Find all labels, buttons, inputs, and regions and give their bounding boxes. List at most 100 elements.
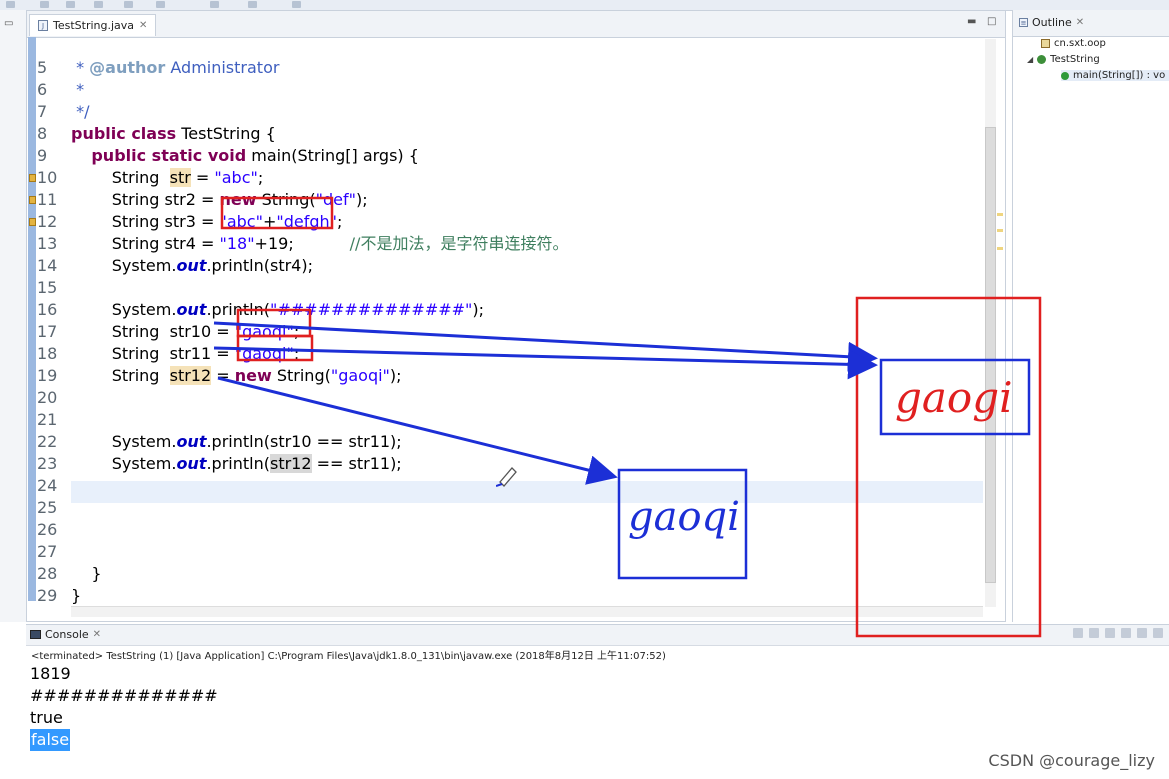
line-number: 11: [37, 190, 58, 209]
warning-icon[interactable]: [29, 196, 36, 204]
expand-triangle-icon[interactable]: ◢: [1027, 55, 1033, 64]
outline-package[interactable]: cn.sxt.oop: [1041, 38, 1106, 49]
code-token: *: [71, 58, 90, 77]
warning-marker[interactable]: [997, 213, 1003, 216]
console-output-selected[interactable]: false: [30, 729, 71, 751]
code-line[interactable]: String str12 = new String("gaoqi");: [71, 365, 402, 387]
code-line[interactable]: String str10 = "gaoqi";: [71, 321, 300, 343]
minimize-icon[interactable]: ▬: [967, 16, 976, 27]
stop-icon[interactable]: [1073, 628, 1083, 638]
remove-launch-icon[interactable]: [1089, 628, 1099, 638]
line-number: 13: [37, 234, 58, 253]
code-token: }: [71, 586, 82, 605]
code-token: "abc": [214, 168, 258, 187]
vertical-scroll-thumb[interactable]: [985, 127, 996, 583]
toolbar-button[interactable]: [6, 1, 15, 8]
console-output-line: 1819: [30, 664, 71, 683]
restore-icon[interactable]: ▭: [4, 18, 13, 29]
warning-marker[interactable]: [997, 247, 1003, 250]
code-line[interactable]: public static void main(String[] args) {: [71, 145, 419, 167]
code-line[interactable]: System.out.println(str12 == str11);: [71, 453, 402, 475]
code-line[interactable]: public class TestString {: [71, 123, 276, 145]
toolbar-button[interactable]: [210, 1, 219, 8]
code-token: "gaoqi": [330, 366, 390, 385]
close-icon[interactable]: ✕: [139, 20, 147, 31]
line-number: 23: [37, 454, 58, 473]
code-token: ;: [293, 322, 300, 341]
code-token: String(: [256, 190, 316, 209]
outline-class[interactable]: ◢ TestString: [1027, 54, 1100, 65]
line-number: 24: [37, 476, 58, 495]
warning-icon[interactable]: [29, 174, 36, 182]
toolbar-button[interactable]: [66, 1, 75, 8]
code-line[interactable]: String str3 = "abc"+"defgh";: [71, 211, 343, 233]
outline-tab[interactable]: ≡ Outline ✕: [1019, 16, 1084, 29]
close-icon[interactable]: ✕: [1076, 17, 1084, 28]
scroll-lock-icon[interactable]: [1137, 628, 1147, 638]
code-token: );: [472, 300, 485, 319]
outline-view: ≡ Outline ✕ cn.sxt.oop ◢ TestString main…: [1012, 10, 1169, 622]
line-number: 10: [37, 168, 58, 187]
code-token: out: [176, 300, 207, 319]
console-tab[interactable]: Console ✕: [30, 628, 101, 641]
toolbar-button[interactable]: [156, 1, 165, 8]
pen-cursor-icon: [496, 467, 517, 487]
code-line[interactable]: String str = "abc";: [71, 167, 263, 189]
toolbar-button[interactable]: [94, 1, 103, 8]
horizontal-scrollbar[interactable]: [71, 606, 983, 617]
code-token: .println(: [206, 300, 270, 319]
remove-all-icon[interactable]: [1105, 628, 1115, 638]
line-number: 26: [37, 520, 58, 539]
console-tab-bar: Console ✕: [26, 625, 1169, 646]
close-icon[interactable]: ✕: [93, 629, 101, 640]
code-token: *: [71, 80, 85, 99]
console-status: <terminated> TestString (1) [Java Applic…: [31, 651, 666, 662]
editor-tab-teststring[interactable]: J TestString.java ✕: [29, 14, 157, 36]
clear-console-icon[interactable]: [1121, 628, 1131, 638]
outline-method[interactable]: main(String[]) : vo: [1061, 70, 1169, 81]
code-token: String: [71, 212, 165, 231]
console-output-line: ##############: [30, 686, 218, 705]
code-token: */: [71, 102, 90, 121]
editor-tab-bar: J TestString.java ✕ ▬ □: [27, 11, 1005, 38]
toolbar-button[interactable]: [124, 1, 133, 8]
code-token: "gaoqi": [234, 344, 294, 363]
code-token: str3: [164, 212, 196, 231]
outline-method-label: main(String[]) : vo: [1073, 70, 1166, 81]
code-line[interactable]: }: [71, 563, 101, 585]
code-token: System.: [71, 256, 177, 275]
current-line-highlight: [71, 481, 983, 503]
code-line[interactable]: * @author Administrator: [71, 57, 279, 79]
code-line[interactable]: *: [71, 79, 84, 101]
toolbar-button[interactable]: [292, 1, 301, 8]
code-line[interactable]: String str11 = "gaoqi";: [71, 343, 300, 365]
code-token: "abc": [219, 212, 263, 231]
toolbar-button[interactable]: [248, 1, 257, 8]
line-number: 29: [37, 586, 58, 605]
code-token: "defgh": [276, 212, 338, 231]
package-icon: [1041, 39, 1050, 48]
code-token: String str4 =: [71, 234, 220, 253]
code-line[interactable]: String str4 = "18"+19; //不是加法，是字符串连接符。: [71, 233, 569, 255]
warning-icon[interactable]: [29, 218, 36, 226]
console-tab-label: Console: [45, 628, 89, 641]
line-number: 6: [37, 80, 48, 99]
code-line[interactable]: String str2 = new String("def");: [71, 189, 368, 211]
toolbar-button[interactable]: [40, 1, 49, 8]
code-token: .println(str10 == str11);: [206, 432, 402, 451]
warning-marker[interactable]: [997, 229, 1003, 232]
maximize-icon[interactable]: □: [987, 16, 996, 27]
code-line[interactable]: System.out.println("##############");: [71, 299, 484, 321]
code-token: =: [211, 366, 235, 385]
code-token: ;: [293, 344, 300, 363]
code-token: );: [389, 366, 402, 385]
line-number: 21: [37, 410, 58, 429]
code-line[interactable]: }: [71, 585, 81, 607]
code-line[interactable]: System.out.println(str10 == str11);: [71, 431, 402, 453]
code-token: System.: [71, 300, 177, 319]
code-token: =: [195, 190, 220, 209]
code-token: "##############": [269, 300, 473, 319]
pin-console-icon[interactable]: [1153, 628, 1163, 638]
code-line[interactable]: */: [71, 101, 89, 123]
code-line[interactable]: System.out.println(str4);: [71, 255, 313, 277]
